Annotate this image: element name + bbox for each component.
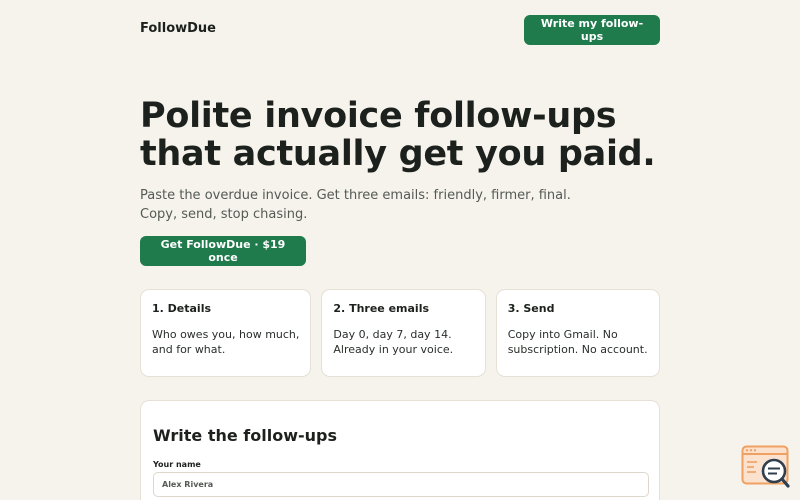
step-card-emails: 2. Three emails Day 0, day 7, day 14. Al… (321, 289, 486, 377)
step-body-line: subscription. No account. (507, 343, 648, 356)
step-card-send: 3. Send Copy into Gmail. No subscription… (495, 289, 660, 377)
name-input[interactable] (153, 472, 649, 497)
hero-title-line: that actually get you paid. (140, 134, 656, 174)
step-body-line: Copy into Gmail. No (507, 328, 618, 341)
search-window-icon (741, 445, 790, 488)
get-followdue-button[interactable]: Get FollowDue · $19 once (140, 236, 306, 266)
form-title: Write the follow-ups (153, 426, 337, 445)
step-title: 2. Three emails (333, 302, 430, 315)
step-body: Who owes you, how much, and for what. (152, 327, 299, 357)
hero-subtitle-line: Copy, send, stop chasing. (140, 207, 308, 222)
follow-up-form: Write the follow-ups Your name (140, 400, 660, 500)
name-field-label: Your name (153, 460, 201, 469)
hero-subtitle-line: Paste the overdue invoice. Get three ema… (140, 188, 571, 203)
step-body-line: Day 0, day 7, day 14. (333, 328, 452, 341)
write-follow-ups-button[interactable]: Write my follow-ups (524, 15, 660, 45)
step-body-line: and for what. (152, 343, 226, 356)
hero-title-line: Polite invoice follow-ups (140, 96, 617, 136)
step-body-line: Already in your voice. (333, 343, 454, 356)
step-title: 3. Send (507, 302, 555, 315)
step-card-details: 1. Details Who owes you, how much, and f… (140, 289, 312, 377)
help-widget-button[interactable] (741, 445, 791, 489)
step-body-line: Who owes you, how much, (152, 328, 300, 341)
hero-title: Polite invoice follow-ups that actually … (140, 96, 656, 174)
hero-subtitle: Paste the overdue invoice. Get three ema… (140, 186, 571, 224)
landing-page: FollowDue Write my follow-ups Polite inv… (0, 0, 800, 500)
steps-row: 1. Details Who owes you, how much, and f… (140, 289, 660, 377)
step-title: 1. Details (152, 302, 212, 315)
step-body: Day 0, day 7, day 14. Already in your vo… (333, 327, 473, 357)
step-body: Copy into Gmail. No subscription. No acc… (508, 327, 648, 357)
brand-logo[interactable]: FollowDue (140, 21, 216, 36)
